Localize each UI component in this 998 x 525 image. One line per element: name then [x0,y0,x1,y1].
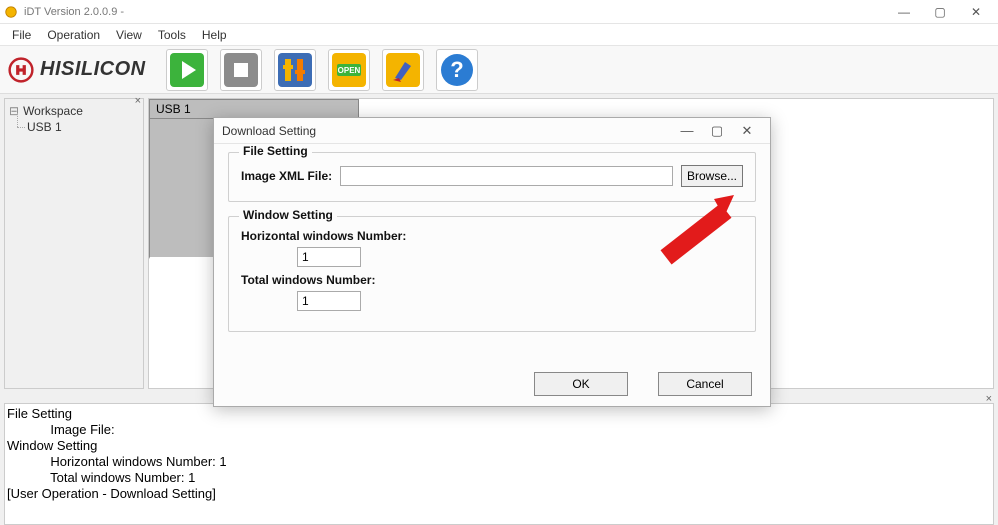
play-icon [169,52,205,88]
window-setting-group: Window Setting Horizontal windows Number… [228,216,756,332]
window-title: iDT Version 2.0.0.9 - [24,6,124,18]
window-setting-legend: Window Setting [239,208,337,222]
workspace-panel: × ⊟Workspace USB 1 [4,98,144,389]
tab-label: USB 1 [156,102,191,116]
menu-help[interactable]: Help [194,25,235,45]
stop-icon [223,52,259,88]
dialog-maximize-button[interactable]: ▢ [702,123,732,139]
close-button[interactable]: ✕ [958,0,994,24]
file-setting-legend: File Setting [239,144,312,158]
dialog-close-button[interactable]: ✕ [732,123,762,139]
tools-icon [277,52,313,88]
help-button[interactable]: ? [436,49,478,91]
log-line: Total windows Number: 1 [7,470,991,486]
file-setting-group: File Setting Image XML File: Browse... [228,152,756,202]
menu-tools[interactable]: Tools [150,25,194,45]
image-xml-label: Image XML File: [241,169,332,183]
dialog-title: Download Setting [222,124,316,138]
total-windows-label: Total windows Number: [241,273,743,287]
hisilicon-logo-icon [8,57,34,83]
workspace-tree[interactable]: ⊟Workspace USB 1 [9,103,139,135]
title-bar: iDT Version 2.0.0.9 - — ▢ ✕ [0,0,998,24]
browse-button[interactable]: Browse... [681,165,743,187]
open-icon: OPEN [331,52,367,88]
clean-button[interactable] [382,49,424,91]
total-windows-input[interactable] [297,291,361,311]
stop-button[interactable] [220,49,262,91]
tree-root[interactable]: Workspace [23,104,83,118]
maximize-button[interactable]: ▢ [922,0,958,24]
sidebar-close-icon[interactable]: × [132,95,144,107]
image-xml-input[interactable] [340,166,673,186]
dialog-minimize-button[interactable]: — [672,123,702,138]
menu-file[interactable]: File [4,25,39,45]
minimize-button[interactable]: — [886,0,922,24]
dialog-title-bar[interactable]: Download Setting — ▢ ✕ [214,118,770,144]
download-setting-dialog: Download Setting — ▢ ✕ File Setting Imag… [213,117,771,407]
log-line: Horizontal windows Number: 1 [7,454,991,470]
run-button[interactable] [166,49,208,91]
log-line: [User Operation - Download Setting] [7,486,991,502]
menu-view[interactable]: View [108,25,150,45]
svg-text:?: ? [450,57,463,82]
logo-text: HISILICON [40,58,146,81]
tree-item-usb1[interactable]: USB 1 [27,120,62,134]
log-line: Window Setting [7,438,991,454]
log-line: File Setting [7,406,991,422]
settings-button[interactable] [274,49,316,91]
svg-text:OPEN: OPEN [337,66,360,75]
log-panel[interactable]: File Setting Image File: Window Setting … [4,403,994,525]
question-icon: ? [439,52,475,88]
horizontal-windows-label: Horizontal windows Number: [241,229,743,243]
open-button[interactable]: OPEN [328,49,370,91]
tab-usb1[interactable]: USB 1 [149,99,359,119]
cancel-button[interactable]: Cancel [658,372,752,396]
horizontal-windows-input[interactable] [297,247,361,267]
menu-bar: File Operation View Tools Help [0,24,998,46]
log-line: Image File: [7,422,991,438]
app-icon [4,5,18,19]
ok-button[interactable]: OK [534,372,628,396]
menu-operation[interactable]: Operation [39,25,108,45]
toolbar: HISILICON OPEN ? [0,46,998,94]
brush-icon [385,52,421,88]
logo: HISILICON [8,57,154,83]
